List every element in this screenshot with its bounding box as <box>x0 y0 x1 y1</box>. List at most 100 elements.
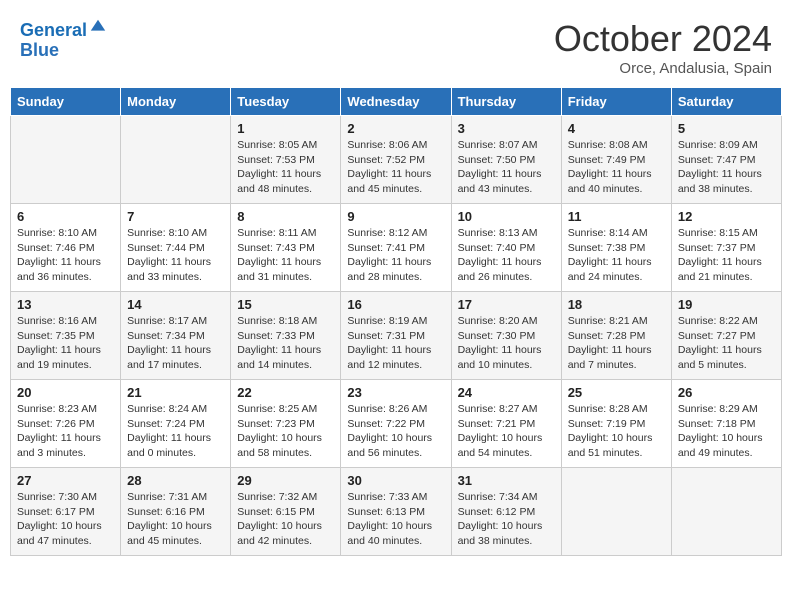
day-info: Sunrise: 8:06 AM Sunset: 7:52 PM Dayligh… <box>347 138 444 197</box>
weekday-header-cell: Thursday <box>451 88 561 116</box>
calendar-table: SundayMondayTuesdayWednesdayThursdayFrid… <box>10 87 782 556</box>
day-info: Sunrise: 8:24 AM Sunset: 7:24 PM Dayligh… <box>127 402 224 461</box>
day-number: 27 <box>17 473 114 488</box>
calendar-cell: 17 Sunrise: 8:20 AM Sunset: 7:30 PM Dayli… <box>451 292 561 380</box>
day-number: 8 <box>237 209 334 224</box>
logo-general: General <box>20 20 87 40</box>
day-number: 23 <box>347 385 444 400</box>
day-number: 1 <box>237 121 334 136</box>
calendar-cell: 24Sunrise: 8:27 AM Sunset: 7:21 PM Dayli… <box>451 380 561 468</box>
page-header: General Blue October 2024 Orce, Andalusi… <box>10 10 782 81</box>
day-info: Sunrise: 8:18 AM Sunset: 7:33 PM Dayligh… <box>237 314 334 373</box>
weekday-header-cell: Friday <box>561 88 671 116</box>
calendar-cell: 13 Sunrise: 8:16 AM Sunset: 7:35 PM Dayli… <box>11 292 121 380</box>
calendar-week-row: 27 Sunrise: 7:30 AM Sunset: 6:17 PM Dayli… <box>11 468 782 556</box>
calendar-cell: 1 Sunrise: 8:05 AM Sunset: 7:53 PM Daylig… <box>231 116 341 204</box>
calendar-cell: 23 Sunrise: 8:26 AM Sunset: 7:22 PM Dayli… <box>341 380 451 468</box>
day-info: Sunrise: 8:12 AM Sunset: 7:41 PM Dayligh… <box>347 226 444 285</box>
day-number: 25 <box>568 385 665 400</box>
calendar-cell: 12Sunrise: 8:15 AM Sunset: 7:37 PM Dayli… <box>671 204 781 292</box>
calendar-cell: 18 Sunrise: 8:21 AM Sunset: 7:28 PM Dayli… <box>561 292 671 380</box>
calendar-cell: 20 Sunrise: 8:23 AM Sunset: 7:26 PM Dayli… <box>11 380 121 468</box>
day-info: Sunrise: 8:23 AM Sunset: 7:26 PM Dayligh… <box>17 402 114 461</box>
calendar-cell <box>121 116 231 204</box>
day-number: 9 <box>347 209 444 224</box>
day-info: Sunrise: 7:32 AM Sunset: 6:15 PM Dayligh… <box>237 490 334 549</box>
day-number: 10 <box>458 209 555 224</box>
day-number: 13 <box>17 297 114 312</box>
day-number: 31 <box>458 473 555 488</box>
day-info: Sunrise: 8:27 AM Sunset: 7:21 PM Dayligh… <box>458 402 555 461</box>
day-info: Sunrise: 8:20 AM Sunset: 7:30 PM Dayligh… <box>458 314 555 373</box>
day-number: 6 <box>17 209 114 224</box>
calendar-cell: 29 Sunrise: 7:32 AM Sunset: 6:15 PM Dayli… <box>231 468 341 556</box>
calendar-cell: 25Sunrise: 8:28 AM Sunset: 7:19 PM Dayli… <box>561 380 671 468</box>
calendar-week-row: 1 Sunrise: 8:05 AM Sunset: 7:53 PM Daylig… <box>11 116 782 204</box>
month-title: October 2024 <box>554 18 772 60</box>
weekday-header-cell: Wednesday <box>341 88 451 116</box>
day-info: Sunrise: 8:25 AM Sunset: 7:23 PM Dayligh… <box>237 402 334 461</box>
day-number: 12 <box>678 209 775 224</box>
day-info: Sunrise: 8:14 AM Sunset: 7:38 PM Dayligh… <box>568 226 665 285</box>
day-info: Sunrise: 8:21 AM Sunset: 7:28 PM Dayligh… <box>568 314 665 373</box>
day-info: Sunrise: 8:26 AM Sunset: 7:22 PM Dayligh… <box>347 402 444 461</box>
day-number: 17 <box>458 297 555 312</box>
day-number: 29 <box>237 473 334 488</box>
calendar-cell: 27 Sunrise: 7:30 AM Sunset: 6:17 PM Dayli… <box>11 468 121 556</box>
location: Orce, Andalusia, Spain <box>554 60 772 77</box>
calendar-cell: 2 Sunrise: 8:06 AM Sunset: 7:52 PM Daylig… <box>341 116 451 204</box>
calendar-cell: 5 Sunrise: 8:09 AM Sunset: 7:47 PM Daylig… <box>671 116 781 204</box>
weekday-header-cell: Sunday <box>11 88 121 116</box>
day-info: Sunrise: 8:22 AM Sunset: 7:27 PM Dayligh… <box>678 314 775 373</box>
day-number: 11 <box>568 209 665 224</box>
calendar-cell: 10 Sunrise: 8:13 AM Sunset: 7:40 PM Dayli… <box>451 204 561 292</box>
day-number: 30 <box>347 473 444 488</box>
title-block: October 2024 Orce, Andalusia, Spain <box>554 18 772 77</box>
calendar-week-row: 13 Sunrise: 8:16 AM Sunset: 7:35 PM Dayli… <box>11 292 782 380</box>
day-number: 2 <box>347 121 444 136</box>
calendar-cell: 19 Sunrise: 8:22 AM Sunset: 7:27 PM Dayli… <box>671 292 781 380</box>
day-number: 20 <box>17 385 114 400</box>
logo-icon <box>89 18 107 36</box>
day-info: Sunrise: 7:34 AM Sunset: 6:12 PM Dayligh… <box>458 490 555 549</box>
day-info: Sunrise: 8:19 AM Sunset: 7:31 PM Dayligh… <box>347 314 444 373</box>
calendar-cell: 22 Sunrise: 8:25 AM Sunset: 7:23 PM Dayli… <box>231 380 341 468</box>
day-info: Sunrise: 8:09 AM Sunset: 7:47 PM Dayligh… <box>678 138 775 197</box>
calendar-cell <box>561 468 671 556</box>
calendar-week-row: 20 Sunrise: 8:23 AM Sunset: 7:26 PM Dayli… <box>11 380 782 468</box>
calendar-cell: 7 Sunrise: 8:10 AM Sunset: 7:44 PM Daylig… <box>121 204 231 292</box>
calendar-week-row: 6Sunrise: 8:10 AM Sunset: 7:46 PM Daylig… <box>11 204 782 292</box>
weekday-header-cell: Saturday <box>671 88 781 116</box>
day-number: 7 <box>127 209 224 224</box>
day-info: Sunrise: 8:07 AM Sunset: 7:50 PM Dayligh… <box>458 138 555 197</box>
calendar-cell: 3 Sunrise: 8:07 AM Sunset: 7:50 PM Daylig… <box>451 116 561 204</box>
day-number: 22 <box>237 385 334 400</box>
day-number: 15 <box>237 297 334 312</box>
day-info: Sunrise: 8:05 AM Sunset: 7:53 PM Dayligh… <box>237 138 334 197</box>
day-number: 5 <box>678 121 775 136</box>
day-number: 26 <box>678 385 775 400</box>
weekday-header-cell: Tuesday <box>231 88 341 116</box>
day-number: 14 <box>127 297 224 312</box>
day-number: 4 <box>568 121 665 136</box>
day-number: 18 <box>568 297 665 312</box>
calendar-cell: 6Sunrise: 8:10 AM Sunset: 7:46 PM Daylig… <box>11 204 121 292</box>
day-number: 16 <box>347 297 444 312</box>
calendar-cell: 8 Sunrise: 8:11 AM Sunset: 7:43 PM Daylig… <box>231 204 341 292</box>
calendar-cell: 30Sunrise: 7:33 AM Sunset: 6:13 PM Dayli… <box>341 468 451 556</box>
day-info: Sunrise: 8:16 AM Sunset: 7:35 PM Dayligh… <box>17 314 114 373</box>
day-number: 21 <box>127 385 224 400</box>
day-info: Sunrise: 8:10 AM Sunset: 7:44 PM Dayligh… <box>127 226 224 285</box>
day-info: Sunrise: 8:13 AM Sunset: 7:40 PM Dayligh… <box>458 226 555 285</box>
calendar-cell: 11 Sunrise: 8:14 AM Sunset: 7:38 PM Dayli… <box>561 204 671 292</box>
calendar-cell: 26Sunrise: 8:29 AM Sunset: 7:18 PM Dayli… <box>671 380 781 468</box>
calendar-body: 1 Sunrise: 8:05 AM Sunset: 7:53 PM Daylig… <box>11 116 782 556</box>
calendar-cell <box>11 116 121 204</box>
day-info: Sunrise: 8:11 AM Sunset: 7:43 PM Dayligh… <box>237 226 334 285</box>
day-info: Sunrise: 7:30 AM Sunset: 6:17 PM Dayligh… <box>17 490 114 549</box>
calendar-cell: 15 Sunrise: 8:18 AM Sunset: 7:33 PM Dayli… <box>231 292 341 380</box>
day-number: 3 <box>458 121 555 136</box>
logo: General Blue <box>20 18 107 61</box>
calendar-cell: 9 Sunrise: 8:12 AM Sunset: 7:41 PM Daylig… <box>341 204 451 292</box>
day-number: 19 <box>678 297 775 312</box>
